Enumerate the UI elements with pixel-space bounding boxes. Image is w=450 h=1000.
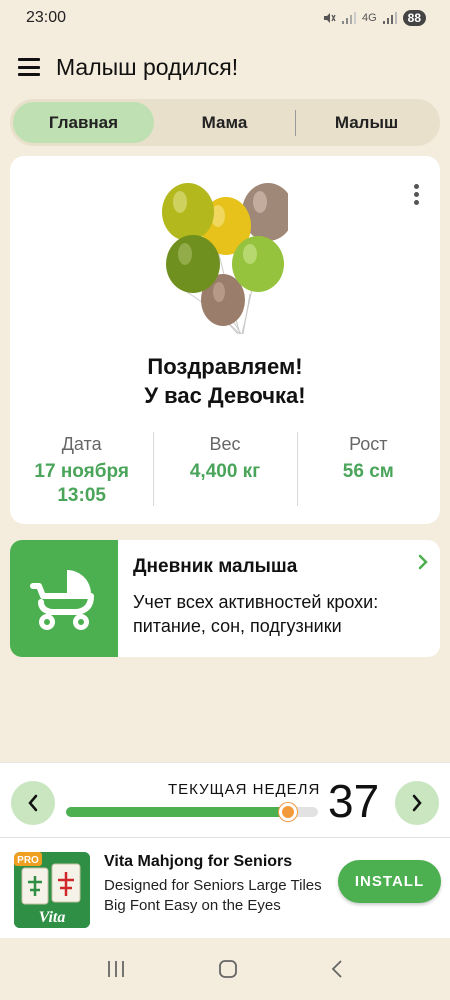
- ad-banner[interactable]: PRO Vita Vita Mahjong for Seniors Design…: [0, 838, 450, 938]
- ad-title: Vita Mahjong for Seniors: [104, 853, 293, 870]
- tab-bar: Главная Мама Малыш: [10, 99, 440, 146]
- stat-height: Рост 56 см: [296, 432, 440, 508]
- week-number: 37: [328, 775, 380, 827]
- more-options-icon[interactable]: [414, 184, 420, 205]
- tab-mom[interactable]: Мама: [154, 102, 295, 143]
- next-week-button[interactable]: [395, 781, 439, 825]
- ad-description: Designed for Seniors Large Tiles Big Fon…: [104, 877, 322, 914]
- tab-baby[interactable]: Малыш: [296, 102, 437, 143]
- current-week-label: ТЕКУЩАЯ НЕДЕЛЯ: [168, 781, 321, 798]
- progress-fill: [66, 807, 288, 817]
- stat-weight: Вес 4,400 кг: [153, 432, 296, 508]
- chevron-right-icon: [412, 794, 422, 812]
- network-type: 4G: [361, 12, 377, 24]
- balloons-image: [162, 183, 288, 335]
- mute-icon: [323, 13, 336, 23]
- back-icon[interactable]: [330, 959, 344, 979]
- ad-logo-text: Vita: [39, 909, 66, 926]
- install-button[interactable]: INSTALL: [338, 860, 441, 903]
- chevron-left-icon: [28, 794, 38, 812]
- tab-home[interactable]: Главная: [13, 102, 154, 143]
- birth-card: Поздравляем! У вас Девочка! Дата 17 нояб…: [10, 156, 440, 524]
- status-icons: 4G 88: [322, 10, 426, 26]
- stat-value: 4,400 кг: [189, 461, 261, 482]
- page-title: Малыш родился!: [56, 53, 239, 80]
- ad-app-icon: PRO Vita: [14, 852, 90, 928]
- mahjong-tiles-image: PRO Vita: [14, 852, 90, 928]
- stat-label: Вес: [209, 434, 241, 454]
- stroller-icon: [30, 569, 94, 630]
- birth-stats: Дата 17 ноября 13:05 Вес 4,400 кг Рост 5…: [10, 432, 440, 508]
- system-nav-bar: [0, 938, 450, 1000]
- home-icon[interactable]: [218, 959, 238, 979]
- congrats-line-1: Поздравляем!: [147, 354, 303, 379]
- stat-value: 56 см: [342, 461, 394, 482]
- status-time: 23:00: [26, 9, 67, 26]
- prev-week-button[interactable]: [11, 781, 55, 825]
- week-progress-bar: [66, 803, 318, 821]
- signal-icon: [341, 12, 356, 24]
- stat-label: Рост: [349, 434, 388, 454]
- diary-description: Учет всех активностей крохи: питание, со…: [133, 592, 379, 636]
- signal-icon-2: [382, 12, 397, 24]
- chevron-right-icon: [418, 554, 428, 570]
- menu-icon[interactable]: [18, 58, 40, 76]
- progress-knob[interactable]: [278, 803, 297, 821]
- diary-title: Дневник малыша: [133, 556, 298, 577]
- app-bar: Малыш родился!: [0, 44, 450, 90]
- stat-value: 17 ноября 13:05: [34, 461, 129, 506]
- congrats-line-2: У вас Девочка!: [144, 383, 306, 408]
- status-bar: 23:00 4G 88: [0, 0, 450, 36]
- stat-date: Дата 17 ноября 13:05: [10, 432, 153, 508]
- diary-text: Дневник малыша Учет всех активностей кро…: [118, 540, 440, 657]
- week-panel: ТЕКУЩАЯ НЕДЕЛЯ 37: [0, 762, 450, 838]
- recents-icon[interactable]: [106, 960, 126, 978]
- stat-label: Дата: [61, 434, 102, 454]
- battery-badge: 88: [402, 10, 426, 26]
- diary-icon-box: [10, 540, 118, 657]
- baby-diary-card[interactable]: Дневник малыша Учет всех активностей кро…: [10, 540, 440, 657]
- congrats-message: Поздравляем! У вас Девочка!: [10, 352, 440, 410]
- ad-badge: PRO: [17, 855, 39, 866]
